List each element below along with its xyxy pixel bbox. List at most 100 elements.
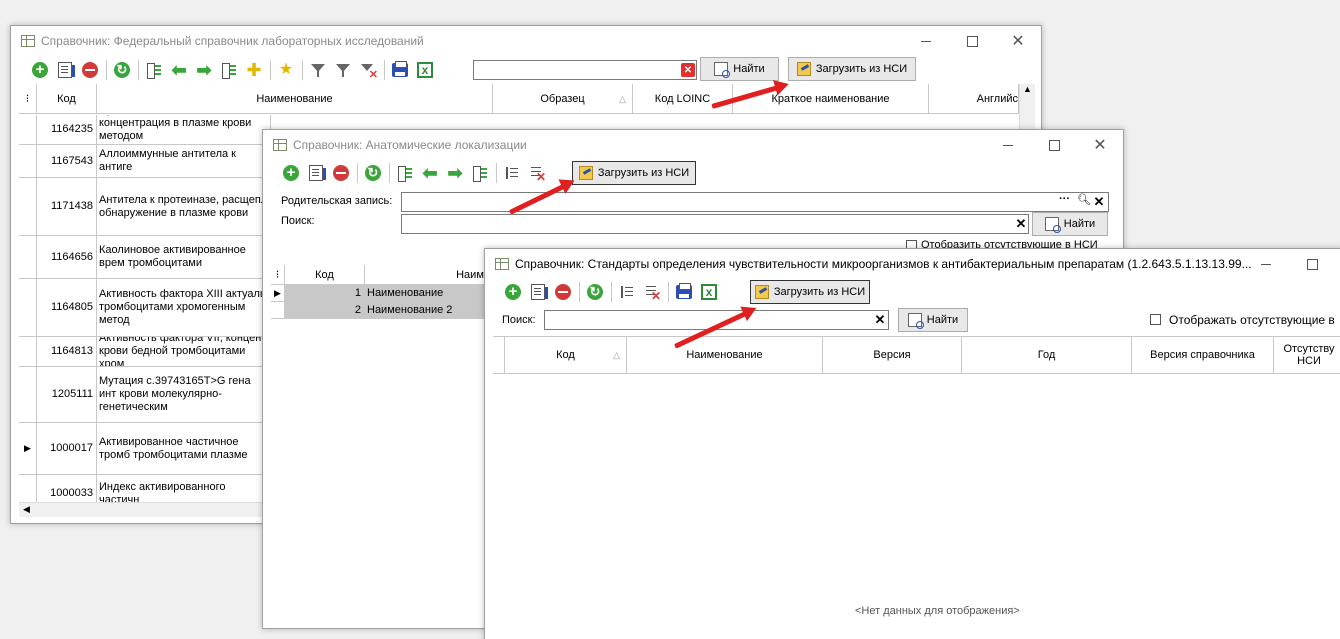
- table-row[interactable]: ▶ 1 Наименование: [271, 285, 491, 302]
- table-row[interactable]: 1171438 Антитела к протеиназе, расщепл об…: [19, 178, 271, 236]
- minimize-button[interactable]: [1243, 249, 1289, 279]
- sort-button[interactable]: [616, 281, 638, 303]
- close-button[interactable]: ✕: [995, 26, 1041, 56]
- clear-search-icon[interactable]: ✕: [681, 63, 695, 77]
- refresh-button[interactable]: ↻: [111, 59, 133, 81]
- load-nsi-button[interactable]: Загрузить из НСИ: [572, 161, 696, 185]
- tree-button[interactable]: [394, 162, 416, 184]
- sort-up-icon: △: [613, 350, 620, 360]
- delete-button[interactable]: [79, 59, 101, 81]
- find-button[interactable]: Найти: [898, 308, 968, 332]
- search-input[interactable]: [473, 60, 697, 80]
- edit-button[interactable]: [305, 162, 327, 184]
- add-icon: +: [505, 284, 521, 300]
- column-chooser-icon[interactable]: ⁝: [19, 84, 37, 113]
- filter-clear-button[interactable]: [357, 59, 379, 81]
- table-row[interactable]: 1167543 Аллоиммунные антитела к антиге: [19, 145, 271, 178]
- col-code[interactable]: Код △: [505, 337, 627, 373]
- back-button[interactable]: ⬅: [168, 59, 190, 81]
- forward-button[interactable]: ➡: [193, 59, 215, 81]
- table-row[interactable]: 1164656 Каолиновое активированное врем тр…: [19, 236, 271, 279]
- refresh-button[interactable]: ↻: [584, 281, 606, 303]
- find-label: Найти: [733, 63, 765, 75]
- delete-button[interactable]: [552, 281, 574, 303]
- filter-edit-button[interactable]: [332, 59, 354, 81]
- sort-clear-icon: [529, 165, 546, 184]
- table-icon: [21, 35, 35, 47]
- filter-button[interactable]: [307, 59, 329, 81]
- column-chooser[interactable]: [493, 337, 505, 373]
- minimize-button[interactable]: [903, 26, 949, 56]
- excel-button[interactable]: x: [414, 59, 436, 81]
- print-button[interactable]: [673, 281, 695, 303]
- sort-button[interactable]: [501, 162, 523, 184]
- sort-icon: [619, 284, 635, 300]
- table-row[interactable]: 1164235Пресепсин, массовая концентрация …: [19, 115, 271, 145]
- close-button[interactable]: ✕: [1077, 130, 1123, 160]
- titlebar[interactable]: Справочник: Стандарты определения чувств…: [485, 249, 1340, 279]
- ellipsis-icon[interactable]: ···: [1059, 193, 1070, 205]
- col-name[interactable]: Наименование: [627, 337, 823, 373]
- titlebar[interactable]: Справочник: Федеральный справочник лабор…: [11, 26, 1041, 56]
- favorite-button[interactable]: ★: [275, 59, 297, 81]
- print-button[interactable]: [389, 59, 411, 81]
- table-row[interactable]: 2 Наименование 2: [271, 302, 491, 319]
- horizontal-scrollbar[interactable]: ◀: [19, 502, 271, 517]
- clear-parent-icon[interactable]: ✕: [1092, 194, 1106, 209]
- edit-button[interactable]: [54, 59, 76, 81]
- parent-record-field[interactable]: [401, 192, 1109, 212]
- show-missing-checkbox[interactable]: [1150, 314, 1161, 325]
- favorite-add-button[interactable]: ✚: [243, 59, 265, 81]
- table-row[interactable]: ▶ 1000017 Активированное частичное тромб т…: [19, 423, 271, 475]
- tree-list-button[interactable]: [469, 162, 491, 184]
- forward-button[interactable]: ➡: [444, 162, 466, 184]
- sort-clear-button[interactable]: [526, 162, 548, 184]
- table-row[interactable]: 1205111 Мутация c.39743165T>G гена инт кр…: [19, 367, 271, 423]
- clear-search-icon[interactable]: ✕: [873, 312, 887, 327]
- find-button[interactable]: Найти: [700, 57, 779, 81]
- delete-icon: [333, 165, 349, 181]
- load-nsi-button[interactable]: Загрузить из НСИ: [788, 57, 916, 81]
- excel-button[interactable]: x: [698, 281, 720, 303]
- col-year[interactable]: Год: [962, 337, 1132, 373]
- load-nsi-button[interactable]: Загрузить из НСИ: [750, 280, 870, 304]
- column-chooser-icon[interactable]: ⁝: [271, 265, 285, 284]
- col-code[interactable]: Код: [285, 265, 365, 284]
- minimize-button[interactable]: [985, 130, 1031, 160]
- col-missing-nsi[interactable]: Отсутству НСИ: [1274, 337, 1340, 373]
- tree-list-icon: [472, 165, 488, 182]
- col-name[interactable]: Наименование: [97, 84, 493, 113]
- refresh-button[interactable]: ↻: [362, 162, 384, 184]
- clear-search-icon[interactable]: ✕: [1014, 216, 1028, 231]
- arrow-right-icon: ➡: [196, 60, 212, 80]
- add-button[interactable]: +: [280, 162, 302, 184]
- maximize-button[interactable]: [1289, 249, 1335, 279]
- find-icon: [714, 62, 731, 78]
- maximize-button[interactable]: [949, 26, 995, 56]
- tree-list-button[interactable]: [218, 59, 240, 81]
- sort-clear-button[interactable]: [641, 281, 663, 303]
- table-row[interactable]: 1164805 Активность фактора XIII актуаль т…: [19, 279, 271, 337]
- load-icon: [754, 285, 769, 299]
- col-loinc[interactable]: Код LOINC: [633, 84, 733, 113]
- delete-button[interactable]: [330, 162, 352, 184]
- col-version[interactable]: Версия: [823, 337, 962, 373]
- add-button[interactable]: +: [502, 281, 524, 303]
- search-icon[interactable]: 🔍︎: [1077, 193, 1091, 206]
- delete-icon: [555, 284, 571, 300]
- tree-button[interactable]: [143, 59, 165, 81]
- add-button[interactable]: +: [29, 59, 51, 81]
- back-button[interactable]: ⬅: [419, 162, 441, 184]
- edit-button[interactable]: [527, 281, 549, 303]
- maximize-button[interactable]: [1031, 130, 1077, 160]
- col-name[interactable]: Наиме: [365, 265, 491, 284]
- search-input[interactable]: [401, 214, 1029, 234]
- col-sample[interactable]: Образец △: [493, 84, 633, 113]
- col-directory-version[interactable]: Версия справочника: [1132, 337, 1274, 373]
- titlebar[interactable]: Справочник: Анатомические локализации ✕: [263, 130, 1123, 160]
- table-row[interactable]: 1164813 Активность фактора VII, концент к…: [19, 337, 271, 367]
- find-button[interactable]: Найти: [1032, 212, 1108, 236]
- col-english[interactable]: Английс: [929, 84, 1019, 113]
- load-label: Загрузить из НСИ: [597, 167, 690, 179]
- col-code[interactable]: Код: [37, 84, 97, 113]
